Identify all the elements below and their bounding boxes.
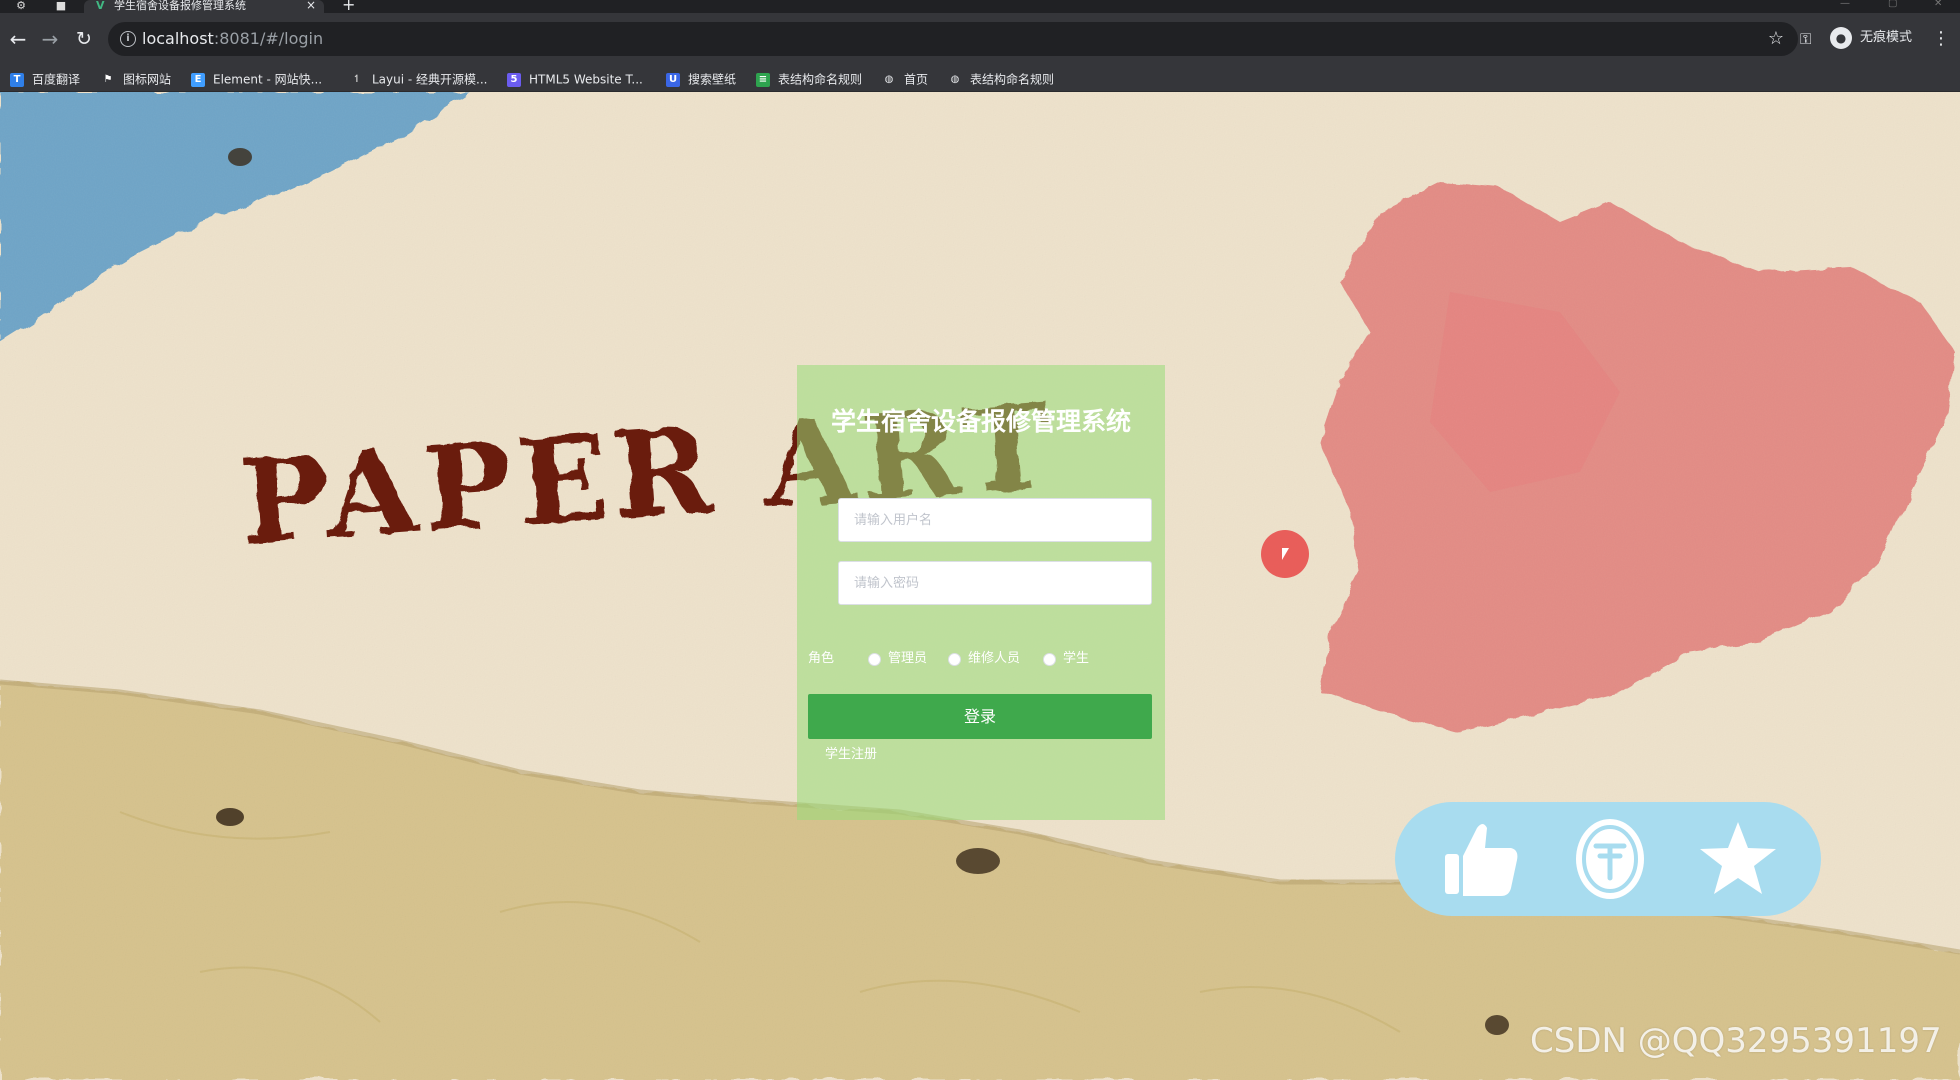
role-label: 角色	[808, 651, 835, 666]
site-info-icon[interactable]: i	[120, 31, 136, 47]
browser-toolbar: ← → ↻ i localhost:8081/#/login ☆ ⚿ ● 无痕模…	[0, 13, 1960, 65]
tab-title: 学生宿舍设备报修管理系统	[114, 0, 246, 12]
incognito-label: 无痕模式	[1860, 30, 1913, 45]
bookmarks-bar: T 百度翻译 ⚑ 图标网站 E Element - 网站快... ↿ Layui - 经…	[0, 65, 1960, 92]
bookmark-star-icon[interactable]: ☆	[1768, 28, 1784, 50]
register-link[interactable]: 学生注册	[825, 746, 877, 764]
forward-icon[interactable]: →	[36, 25, 64, 53]
url-text[interactable]: localhost:8081/#/login	[142, 30, 323, 48]
back-icon[interactable]: ←	[4, 25, 32, 53]
minimize-icon[interactable]: —	[1840, 0, 1850, 9]
bookmark-item[interactable]: U 搜索壁纸	[666, 69, 736, 87]
username-field[interactable]	[838, 498, 1152, 542]
username-input[interactable]	[839, 499, 1151, 541]
close-tab-icon[interactable]: ×	[306, 0, 316, 11]
login-title: 学生宿舍设备报修管理系统	[830, 407, 1131, 436]
bookmark-item[interactable]: E Element - 网站快...	[191, 69, 322, 87]
window-icon[interactable]: ■	[54, 0, 68, 11]
login-page: PAPER ART 学生宿舍设备报修管理系统 角色 管理员 维修人员 学生	[0, 92, 1960, 1080]
maximize-icon[interactable]: ▢	[1888, 0, 1897, 9]
bookmark-item[interactable]: ◍ 表结构命名规则	[948, 69, 1054, 87]
flag-icon: ⚑	[103, 73, 113, 85]
bookmark-item[interactable]: ≡ 表结构命名规则	[756, 69, 862, 87]
new-tab-button[interactable]: +	[342, 0, 355, 13]
incognito-icon: ●	[1830, 27, 1852, 49]
more-menu-icon[interactable]: ⋮	[1932, 25, 1950, 53]
bookmark-item[interactable]: ⚑ 图标网站	[101, 69, 172, 87]
globe-icon: ◍	[950, 73, 960, 85]
bookmark-item[interactable]: 5 HTML5 Website T...	[507, 69, 643, 87]
action-bar	[1395, 802, 1821, 916]
table-icon: ≡	[756, 72, 770, 87]
close-window-icon[interactable]: ✕	[1934, 0, 1942, 9]
vue-icon: V	[96, 0, 105, 12]
browser-tab[interactable]: V 学生宿舍设备报修管理系统 ×	[84, 0, 324, 13]
login-panel: 学生宿舍设备报修管理系统 角色 管理员 维修人员 学生 登录 学生注册	[797, 365, 1165, 820]
bookmark-item[interactable]: ◍ 首页	[882, 69, 928, 87]
star-icon[interactable]	[1695, 816, 1781, 902]
baidu-translate-icon: T	[10, 72, 24, 87]
password-input[interactable]	[839, 562, 1151, 604]
address-bar[interactable]: i localhost:8081/#/login ☆	[108, 22, 1798, 56]
thumbs-up-icon[interactable]	[1439, 816, 1525, 902]
globe-icon: ◍	[884, 73, 894, 85]
cursor-arrow-icon	[1282, 548, 1289, 560]
reload-icon[interactable]: ↻	[70, 25, 98, 53]
coin-icon[interactable]	[1567, 816, 1653, 902]
watermark: CSDN @QQ3295391197	[1530, 1021, 1942, 1061]
browser-menu-icon[interactable]: ⚙	[14, 0, 28, 11]
key-icon[interactable]: ⚿	[1800, 25, 1811, 53]
login-button[interactable]: 登录	[808, 694, 1152, 739]
password-field[interactable]	[838, 561, 1152, 605]
radio-icon[interactable]	[948, 653, 961, 666]
radio-icon[interactable]	[1043, 653, 1056, 666]
browser-tab-strip: ⚙ ■ V 学生宿舍设备报修管理系统 × + — ▢ ✕	[0, 0, 1960, 13]
wallpaper-icon: U	[666, 72, 680, 87]
bookmark-item[interactable]: T 百度翻译	[10, 69, 80, 87]
radio-icon[interactable]	[868, 653, 881, 666]
bookmark-item[interactable]: ↿ Layui - 经典开源模...	[350, 69, 488, 87]
layui-icon: ↿	[352, 73, 362, 85]
html5-icon: 5	[507, 72, 521, 87]
element-icon: E	[191, 72, 205, 87]
